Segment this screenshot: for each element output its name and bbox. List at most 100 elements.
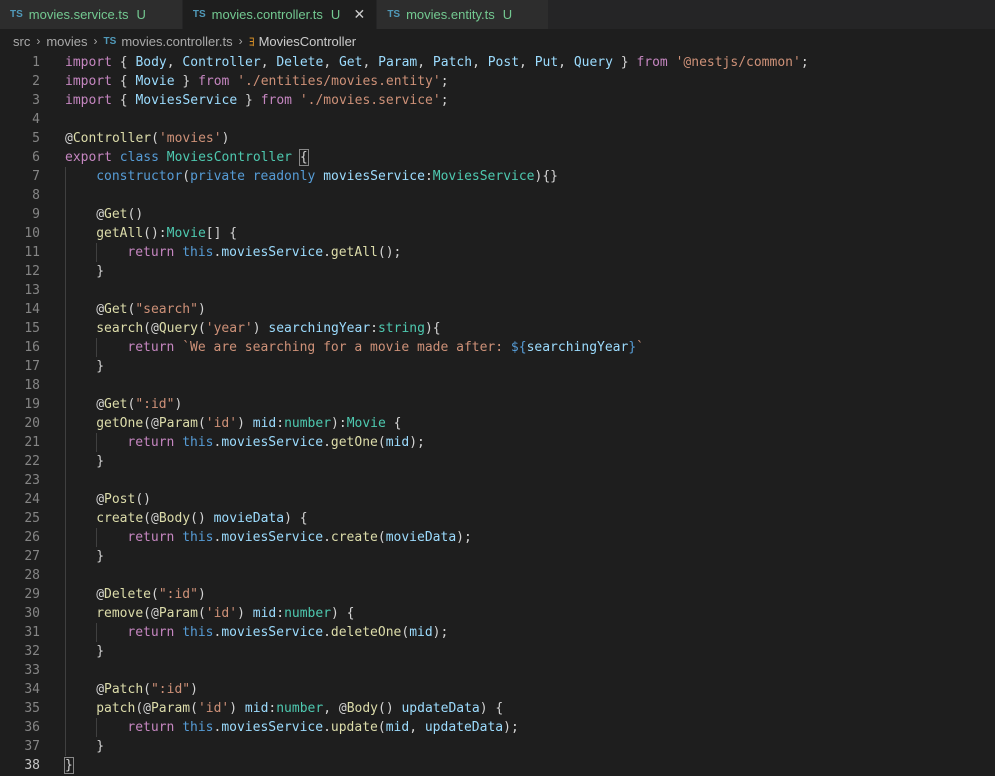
code-line[interactable]: 24 @Post() [0, 490, 995, 509]
code-line[interactable]: 9 @Get() [0, 205, 995, 224]
code-line[interactable]: 35 patch(@Param('id') mid:number, @Body()… [0, 699, 995, 718]
code-line[interactable]: 15 search(@Query('year') searchingYear:st… [0, 319, 995, 338]
code-line[interactable]: 17} [0, 357, 995, 376]
code-line[interactable]: 5 @Controller('movies') [0, 129, 995, 148]
code-token: searchingYear [526, 340, 629, 355]
code-line[interactable]: 38} [0, 756, 995, 775]
code-token: Param [158, 416, 198, 431]
code-line[interactable]: 26 return this.moviesService.create(movie… [0, 528, 995, 547]
code-line[interactable]: 16 return `We are searching for a movie m… [0, 338, 995, 357]
code-token: updateData [401, 701, 480, 716]
code-token: ( [377, 720, 386, 735]
code-token: return [127, 625, 175, 640]
code-line[interactable]: 14 @Get("search") [0, 300, 995, 319]
code-token: moviesService [221, 625, 324, 640]
code-token: MoviesService [135, 93, 238, 108]
code-token: @ [96, 492, 105, 507]
untracked-badge: U [136, 7, 146, 22]
code-line[interactable]: 36 return this.moviesService.update(mid, … [0, 718, 995, 737]
code-line[interactable]: 10 getAll():Movie[] { [0, 224, 995, 243]
code-token: movieData [385, 530, 457, 545]
code-token: ) { [331, 606, 355, 621]
code-line[interactable]: 6 export class MoviesController { [0, 148, 995, 167]
line-number: 38 [24, 758, 40, 773]
code-token: Patch [432, 55, 473, 70]
code-token: } [96, 644, 105, 659]
code-token: ) [197, 587, 206, 602]
indent-guide [96, 718, 98, 737]
breadcrumb-item-symbol[interactable]: MoviesController [259, 34, 357, 49]
code-text: } [96, 357, 104, 376]
line-number: 4 [32, 112, 40, 127]
code-line[interactable]: 1 import { Body, Controller, Delete, Get,… [0, 53, 995, 72]
typescript-file-icon: TS [387, 9, 401, 20]
code-token: "search" [135, 302, 198, 317]
code-text: @Patch(":id") [96, 680, 198, 699]
code-token: , [417, 55, 433, 70]
code-token: , [558, 55, 574, 70]
close-icon[interactable]: ✕ [352, 6, 366, 23]
tab-label: movies.service.ts [28, 7, 129, 22]
code-line[interactable]: 19 @Get(":id") [0, 395, 995, 414]
line-number: 12 [24, 264, 40, 279]
code-line[interactable]: 7 constructor(private readonly moviesServ… [0, 167, 995, 186]
breadcrumb-item-src[interactable]: src [13, 34, 30, 49]
code-line[interactable]: 11 return this.moviesService.getAll(); [0, 243, 995, 262]
code-token: import [65, 74, 112, 89]
code-line[interactable]: 32} [0, 642, 995, 661]
indent-guide [65, 471, 66, 490]
code-line[interactable]: 20 getOne(@Param('id') mid:number):Movie … [0, 414, 995, 433]
code-line[interactable]: 29 @Delete(":id") [0, 585, 995, 604]
code-editor[interactable]: 1 import { Body, Controller, Delete, Get,… [0, 53, 995, 776]
code-line[interactable]: 30 remove(@Param('id') mid:number) { [0, 604, 995, 623]
code-token: updateData [424, 720, 504, 735]
code-line[interactable]: 2 import { Movie } from './entities/movie… [0, 72, 995, 91]
code-line[interactable]: 25 create(@Body() movieData) { [0, 509, 995, 528]
code-line[interactable]: 8 [0, 186, 995, 205]
line-number: 6 [32, 150, 40, 165]
code-line[interactable]: 22} [0, 452, 995, 471]
tab-movies-entity[interactable]: TS movies.entity.ts U [377, 0, 550, 29]
code-token: from [198, 74, 230, 89]
code-line[interactable]: 34 @Patch(":id") [0, 680, 995, 699]
tab-movies-service[interactable]: TS movies.service.ts U [0, 0, 183, 29]
line-number: 11 [24, 245, 40, 260]
code-token: movieData [213, 511, 285, 526]
code-line[interactable]: 3 import { MoviesService } from './movies… [0, 91, 995, 110]
code-token: ( [401, 625, 410, 640]
code-line[interactable]: 28 [0, 566, 995, 585]
code-token: ` [636, 340, 644, 355]
code-token: @ [96, 302, 105, 317]
code-line[interactable]: 4 [0, 110, 995, 129]
code-line[interactable]: 13 [0, 281, 995, 300]
code-token: , [472, 55, 488, 70]
tab-movies-controller[interactable]: TS movies.controller.ts U ✕ [182, 0, 378, 29]
indent-guide [96, 433, 98, 452]
code-line[interactable]: 18 [0, 376, 995, 395]
code-text: return this.moviesService.getOne(mid); [127, 433, 424, 452]
line-number: 22 [24, 454, 40, 469]
code-token: number [284, 416, 332, 431]
indent-guide [65, 661, 66, 680]
code-token: () [127, 207, 144, 222]
breadcrumb-item-movies[interactable]: movies [46, 34, 87, 49]
indent-guide [65, 718, 66, 737]
code-line[interactable]: 33 [0, 661, 995, 680]
code-line[interactable]: 31 return this.moviesService.deleteOne(mi… [0, 623, 995, 642]
code-text: constructor(private readonly moviesServi… [96, 167, 558, 186]
code-text: import { Movie } from './entities/movies… [65, 72, 449, 91]
code-token: } [174, 74, 199, 89]
code-token: } [64, 757, 74, 774]
code-token: (@ [143, 606, 159, 621]
code-token: ) [174, 397, 183, 412]
code-token: getAll [96, 226, 144, 241]
code-line[interactable]: 12} [0, 262, 995, 281]
code-line[interactable]: 27} [0, 547, 995, 566]
breadcrumb-item-file[interactable]: movies.controller.ts [121, 34, 232, 49]
code-line[interactable]: 37} [0, 737, 995, 756]
code-line[interactable]: 21 return this.moviesService.getOne(mid); [0, 433, 995, 452]
code-line[interactable]: 23 [0, 471, 995, 490]
